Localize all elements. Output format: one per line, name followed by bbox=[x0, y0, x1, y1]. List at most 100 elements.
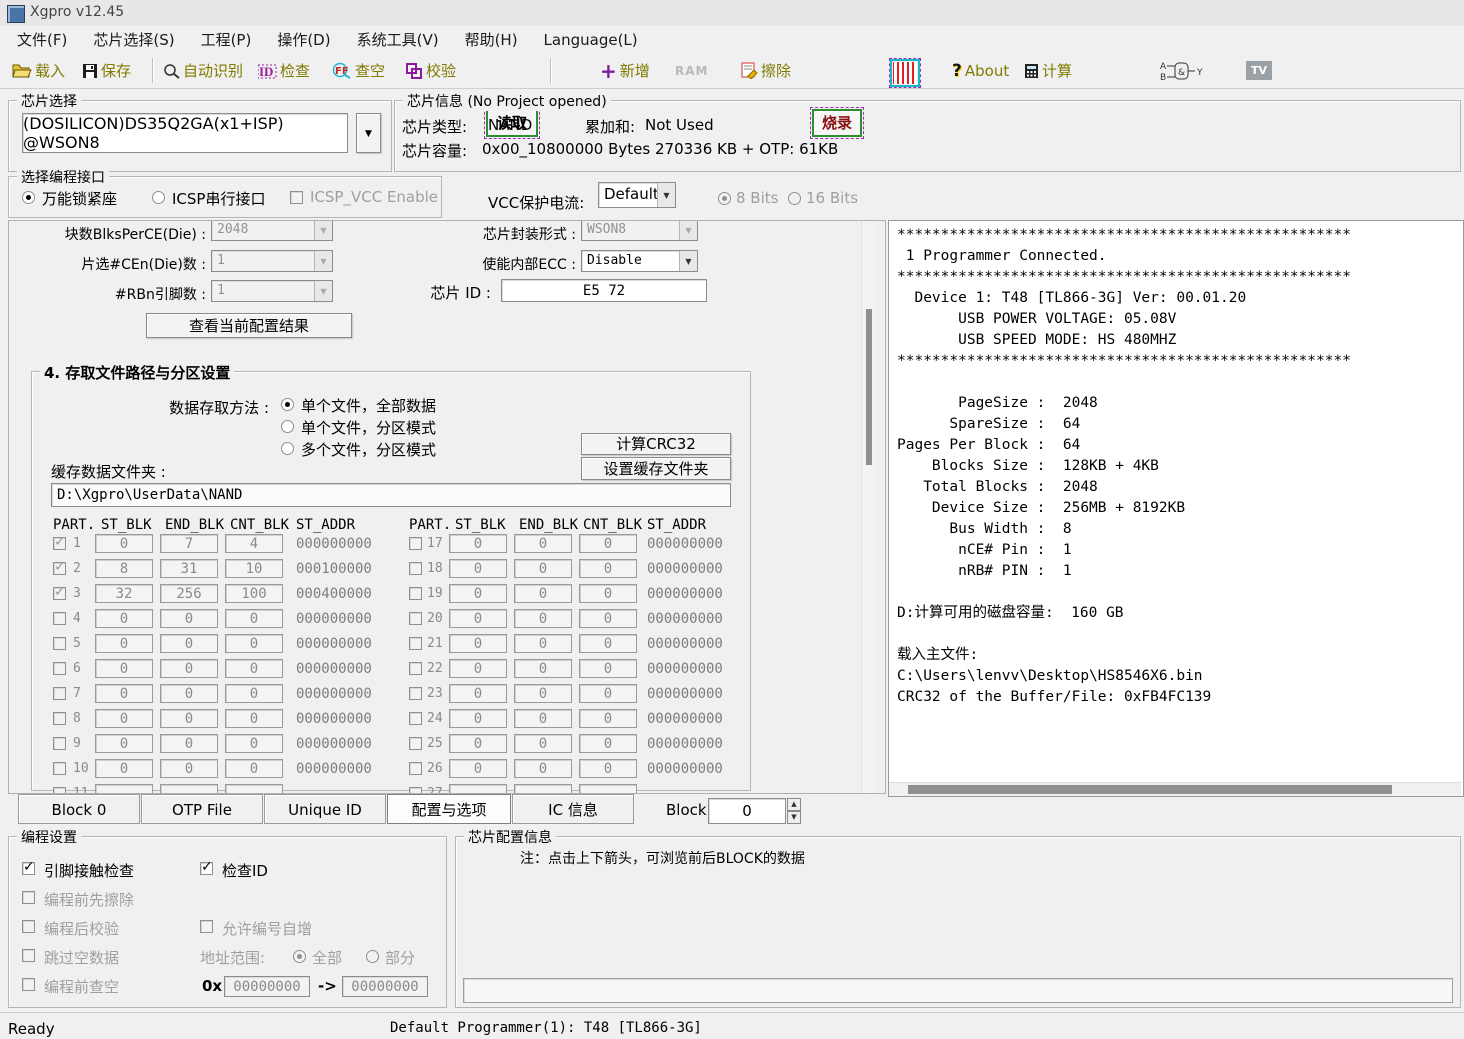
bits8-radio[interactable] bbox=[718, 192, 731, 205]
end-blk-input[interactable]: 0 bbox=[514, 759, 572, 778]
end-blk-input[interactable]: 0 bbox=[160, 734, 218, 753]
cnt-blk-input[interactable]: 0 bbox=[579, 709, 637, 728]
check-id-button[interactable]: ID 检查 bbox=[258, 53, 310, 88]
partition-checkbox[interactable] bbox=[53, 587, 66, 600]
about-button[interactable]: ? About bbox=[952, 53, 1009, 88]
end-blk-input[interactable]: 0 bbox=[160, 759, 218, 778]
end-blk-input[interactable]: 0 bbox=[160, 684, 218, 703]
menu-system-tools[interactable]: 系统工具(V) bbox=[344, 26, 452, 53]
tab-1[interactable]: OTP File bbox=[141, 794, 263, 824]
skip-blank-checkbox[interactable] bbox=[22, 949, 35, 962]
icsp-radio[interactable] bbox=[152, 191, 165, 204]
bits16-radio[interactable] bbox=[788, 192, 801, 205]
st-blk-input[interactable] bbox=[449, 784, 507, 794]
partition-checkbox[interactable] bbox=[53, 762, 66, 775]
st-blk-input[interactable]: 8 bbox=[95, 559, 153, 578]
ce-count-combo[interactable]: 1 ▼ bbox=[211, 250, 333, 272]
st-blk-input[interactable]: 0 bbox=[449, 634, 507, 653]
st-blk-input[interactable]: 0 bbox=[95, 659, 153, 678]
cnt-blk-input[interactable]: 0 bbox=[225, 634, 283, 653]
end-blk-input[interactable]: 0 bbox=[514, 534, 572, 553]
calculator-button[interactable]: 计算 bbox=[1024, 53, 1072, 88]
st-blk-input[interactable] bbox=[95, 784, 153, 794]
addr-all-radio[interactable] bbox=[293, 950, 306, 963]
cnt-blk-input[interactable]: 0 bbox=[579, 534, 637, 553]
cnt-blk-input[interactable]: 4 bbox=[225, 534, 283, 553]
cnt-blk-input[interactable]: 0 bbox=[225, 659, 283, 678]
blocks-per-ce-combo[interactable]: 2048 ▼ bbox=[211, 220, 333, 241]
addr-part-radio[interactable] bbox=[366, 950, 379, 963]
cnt-blk-input[interactable]: 0 bbox=[225, 609, 283, 628]
scrollbar-thumb[interactable] bbox=[866, 309, 872, 465]
st-blk-input[interactable]: 0 bbox=[95, 609, 153, 628]
tab-4[interactable]: IC 信息 bbox=[512, 794, 634, 824]
erase-before-checkbox[interactable] bbox=[22, 891, 35, 904]
st-blk-input[interactable]: 0 bbox=[449, 684, 507, 703]
partition-checkbox[interactable] bbox=[409, 737, 422, 750]
method-multi-part-radio[interactable] bbox=[281, 442, 294, 455]
icsp-vcc-checkbox[interactable] bbox=[290, 191, 303, 204]
end-blk-input[interactable]: 0 bbox=[514, 684, 572, 703]
cnt-blk-input[interactable]: 10 bbox=[225, 559, 283, 578]
end-blk-input[interactable] bbox=[514, 784, 572, 794]
chip-test-icon[interactable] bbox=[890, 59, 920, 87]
block-number-field[interactable]: 0 bbox=[708, 798, 786, 824]
menu-project[interactable]: 工程(P) bbox=[188, 26, 265, 53]
cnt-blk-input[interactable]: 0 bbox=[579, 684, 637, 703]
partition-checkbox[interactable] bbox=[53, 537, 66, 550]
end-blk-input[interactable]: 0 bbox=[514, 709, 572, 728]
partition-checkbox[interactable] bbox=[53, 637, 66, 650]
end-blk-input[interactable]: 0 bbox=[160, 659, 218, 678]
tab-2[interactable]: Unique ID bbox=[264, 794, 386, 824]
cnt-blk-input[interactable]: 0 bbox=[579, 584, 637, 603]
end-blk-input[interactable] bbox=[160, 784, 218, 794]
st-blk-input[interactable]: 0 bbox=[449, 709, 507, 728]
log-horizontal-scrollbar[interactable] bbox=[889, 782, 1461, 796]
partition-checkbox[interactable] bbox=[409, 537, 422, 550]
blank-check-button[interactable]: FF 查空 bbox=[332, 53, 385, 88]
chip-select-combo[interactable]: (DOSILICON)DS35Q2GA(x1+ISP) @WSON8 bbox=[22, 113, 348, 153]
st-blk-input[interactable]: 32 bbox=[95, 584, 153, 603]
end-blk-input[interactable]: 0 bbox=[514, 559, 572, 578]
end-blk-input[interactable]: 0 bbox=[160, 634, 218, 653]
logic-gate-button[interactable]: AB&Y bbox=[1160, 53, 1206, 88]
chip-id-field[interactable]: E5 72 bbox=[501, 279, 707, 302]
ecc-combo[interactable]: Disable ▼ bbox=[581, 250, 698, 272]
chip-select-dropdown-button[interactable]: ▼ bbox=[356, 113, 381, 153]
partition-checkbox[interactable] bbox=[53, 662, 66, 675]
cnt-blk-input[interactable]: 0 bbox=[579, 559, 637, 578]
st-blk-input[interactable]: 0 bbox=[449, 759, 507, 778]
cnt-blk-input[interactable]: 0 bbox=[225, 734, 283, 753]
auto-increment-checkbox[interactable] bbox=[200, 920, 213, 933]
cnt-blk-input[interactable]: 0 bbox=[225, 759, 283, 778]
end-blk-input[interactable]: 0 bbox=[514, 659, 572, 678]
range-to-field[interactable]: 00000000 bbox=[342, 976, 428, 997]
end-blk-input[interactable]: 0 bbox=[514, 634, 572, 653]
socket-radio[interactable] bbox=[22, 191, 35, 204]
partition-checkbox[interactable] bbox=[53, 787, 66, 794]
verify-button[interactable]: 校验 bbox=[405, 53, 456, 88]
cnt-blk-input[interactable]: 0 bbox=[579, 734, 637, 753]
cnt-blk-input[interactable] bbox=[225, 784, 283, 794]
cnt-blk-input[interactable]: 0 bbox=[579, 634, 637, 653]
view-config-button[interactable]: 查看当前配置结果 bbox=[146, 313, 352, 338]
partition-checkbox[interactable] bbox=[409, 662, 422, 675]
id-check-checkbox[interactable] bbox=[200, 862, 213, 875]
end-blk-input[interactable]: 31 bbox=[160, 559, 218, 578]
partition-checkbox[interactable] bbox=[53, 712, 66, 725]
load-button[interactable]: 载入 bbox=[12, 53, 65, 88]
cache-folder-path[interactable]: D:\Xgpro\UserData\NAND bbox=[51, 483, 731, 507]
verify-after-checkbox[interactable] bbox=[22, 920, 35, 933]
config-vertical-scrollbar[interactable] bbox=[861, 221, 876, 793]
cnt-blk-input[interactable]: 100 bbox=[225, 584, 283, 603]
st-blk-input[interactable]: 0 bbox=[95, 734, 153, 753]
cnt-blk-input[interactable] bbox=[579, 784, 637, 794]
partition-checkbox[interactable] bbox=[409, 637, 422, 650]
add-button[interactable]: + 新增 bbox=[600, 53, 650, 88]
cnt-blk-input[interactable]: 0 bbox=[579, 759, 637, 778]
ram-button[interactable]: RAM bbox=[675, 53, 708, 88]
scrollbar-thumb[interactable] bbox=[908, 785, 1392, 794]
pin-check-checkbox[interactable] bbox=[22, 862, 35, 875]
st-blk-input[interactable]: 0 bbox=[95, 709, 153, 728]
method-single-part-radio[interactable] bbox=[281, 420, 294, 433]
